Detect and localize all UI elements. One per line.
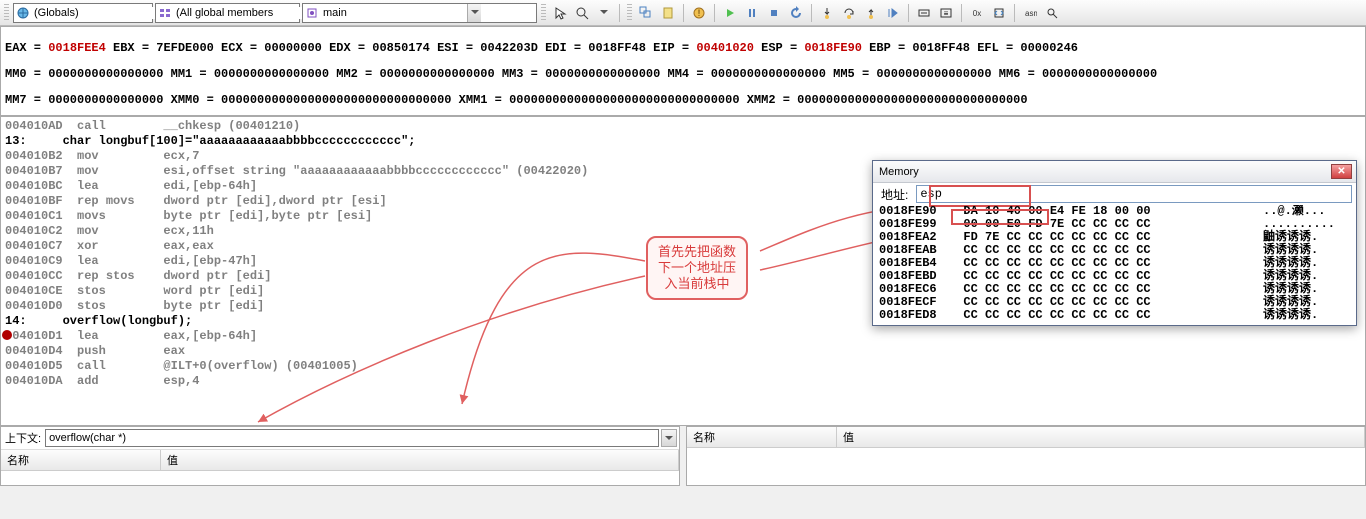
func-combo[interactable]: [302, 3, 537, 23]
scope-combo[interactable]: [13, 3, 153, 23]
column-headers[interactable]: 名称 值: [1, 450, 679, 471]
disasm-line[interactable]: 004010AD call __chkesp (00401210): [5, 119, 1361, 134]
step-over-icon[interactable]: [839, 3, 859, 23]
find-icon[interactable]: [1042, 3, 1062, 23]
members-combo[interactable]: [155, 3, 300, 23]
memory-window: Memory ✕ 地址: 0018FE90 DA 10 40 00 E4 FE …: [872, 160, 1357, 326]
restart-icon[interactable]: [786, 3, 806, 23]
memory-hexdump[interactable]: 0018FE90 DA 10 40 00 E4 FE 18 00 00..@.濑…: [873, 205, 1356, 325]
annotation: 首先先把函数 下一个地址压 入当前栈中: [646, 236, 748, 300]
members-icon: [158, 6, 172, 20]
members-input[interactable]: [174, 7, 320, 19]
stop-icon[interactable]: [764, 3, 784, 23]
memory-title: Memory: [877, 166, 1331, 178]
reg-line: MM0 = 0000000000000000 MM1 = 00000000000…: [5, 68, 1361, 81]
info-icon[interactable]: !: [689, 3, 709, 23]
toolbar: ! ≡ 0x asm: [0, 0, 1366, 26]
close-button[interactable]: ✕: [1331, 164, 1352, 179]
run-to-icon[interactable]: [883, 3, 903, 23]
context-label: 上下文:: [3, 430, 43, 446]
col-value[interactable]: 值: [161, 450, 679, 470]
hscrollbar[interactable]: [1, 408, 1365, 425]
svg-text:!: !: [698, 8, 701, 18]
book-icon[interactable]: [658, 3, 678, 23]
watch-icon[interactable]: [914, 3, 934, 23]
svg-text:asm: asm: [1025, 9, 1037, 18]
memory-titlebar[interactable]: Memory ✕: [873, 161, 1356, 183]
globe-icon: [16, 6, 30, 20]
col-name[interactable]: 名称: [687, 427, 837, 447]
address-input[interactable]: [916, 185, 1352, 203]
column-headers[interactable]: 名称 值: [687, 427, 1365, 448]
disasm-line[interactable]: 004010DA add esp,4: [5, 374, 1361, 389]
source-icon[interactable]: [989, 3, 1009, 23]
hex-icon[interactable]: 0x: [967, 3, 987, 23]
memory-row[interactable]: 0018FED8 CC CC CC CC CC CC CC CC CC诱诱诱诱.: [879, 309, 1353, 322]
col-value[interactable]: 值: [837, 427, 1365, 447]
breakpoint-icon[interactable]: [2, 330, 12, 340]
output-icon[interactable]: ≡: [936, 3, 956, 23]
disasm-line[interactable]: 004010D5 call @ILT+0(overflow) (00401005…: [5, 359, 1361, 374]
grip[interactable]: [4, 4, 9, 22]
disasm-line[interactable]: 004010D1 lea eax,[ebp-64h]: [5, 329, 1361, 344]
chevron-down-icon[interactable]: [661, 429, 677, 447]
locals-panel: 上下文: 名称 值: [0, 426, 680, 486]
watch-panel: 名称 值: [686, 426, 1366, 486]
drop-icon[interactable]: [594, 3, 614, 23]
step-into-icon[interactable]: [817, 3, 837, 23]
asm-icon[interactable]: asm: [1020, 3, 1040, 23]
col-name[interactable]: 名称: [1, 450, 161, 470]
func-input[interactable]: [321, 7, 467, 19]
registers-panel: EAX = 0018FEE4 EBX = 7EFDE000 ECX = 0000…: [0, 26, 1366, 116]
disasm-line[interactable]: 004010D4 push eax: [5, 344, 1361, 359]
step-out-icon[interactable]: [861, 3, 881, 23]
disasm-line[interactable]: 13: char longbuf[100]="aaaaaaaaaaaabbbbc…: [5, 134, 1361, 149]
reg-line: MM7 = 0000000000000000 XMM0 = 0000000000…: [5, 94, 1361, 107]
grip[interactable]: [541, 4, 546, 22]
svg-text:0x: 0x: [973, 9, 981, 18]
zoom-icon[interactable]: [572, 3, 592, 23]
locals-body[interactable]: [1, 471, 679, 485]
pause-icon[interactable]: [742, 3, 762, 23]
svg-text:≡: ≡: [944, 9, 949, 18]
chevron-down-icon[interactable]: [467, 4, 481, 22]
watch-body[interactable]: [687, 448, 1365, 485]
pointer-icon[interactable]: [550, 3, 570, 23]
context-input[interactable]: [45, 429, 659, 447]
grip[interactable]: [627, 4, 632, 22]
func-icon: [305, 6, 319, 20]
windows-icon[interactable]: [636, 3, 656, 23]
reg-line: EAX = 0018FEE4 EBX = 7EFDE000 ECX = 0000…: [5, 42, 1361, 55]
go-icon[interactable]: [720, 3, 740, 23]
bottom-panels: 上下文: 名称 值 名称 值: [0, 426, 1366, 486]
address-label: 地址:: [877, 186, 912, 203]
